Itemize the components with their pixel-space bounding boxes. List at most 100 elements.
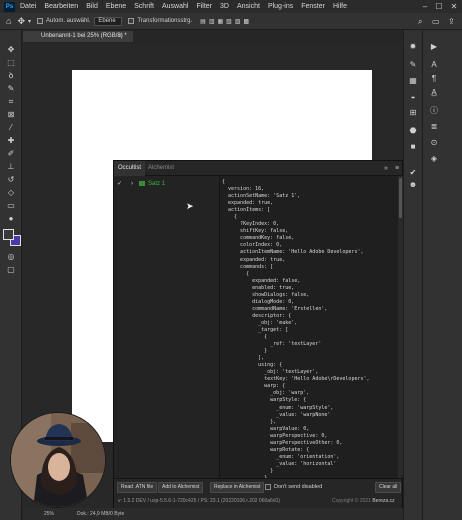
crop-tool-icon[interactable]: ⌗ (5, 97, 17, 107)
occultist-panel: Occultist Alchemist » ≡ ✓ › Satz 1 ➤ { v… (113, 160, 403, 508)
layers-icon[interactable]: ◈ (427, 154, 441, 164)
collapse-icon[interactable]: » (384, 162, 388, 175)
foreground-color-swatch[interactable] (3, 229, 14, 240)
right-panel-dock: ▶ A ¶ A̲ ⓘ ≣ ⊙ ◈ (422, 30, 462, 520)
menu-bild[interactable]: Bild (86, 3, 98, 10)
photoshop-logo: Ps (4, 1, 15, 12)
status-bar: 25% Dok.: 24,9 MB/0 Byte (23, 508, 403, 520)
share-icon[interactable]: ⇪ (448, 17, 455, 26)
plugin-icon[interactable]: ⬣ (406, 126, 420, 136)
glyphs-icon[interactable]: A̲ (427, 88, 441, 98)
stamp-tool-icon[interactable]: ⊥ (5, 162, 17, 172)
home-icon[interactable]: ⌂ (6, 16, 11, 26)
tab-occultist[interactable]: Occultist (114, 161, 146, 176)
brush-tool-icon[interactable]: ✐ (5, 149, 17, 159)
screen-mode-icon[interactable]: ▢ (5, 265, 17, 275)
blue-plugin-icon[interactable]: ■ (406, 142, 420, 152)
menu-filter[interactable]: Filter (196, 3, 212, 10)
maximize-icon[interactable]: ☐ (432, 0, 446, 13)
tree-item-label: Satz 1 (148, 180, 166, 187)
menu-schrift[interactable]: Schrift (134, 3, 154, 10)
auto-select-label: Autom. auswähl. (46, 18, 91, 24)
character-icon[interactable]: A (427, 60, 441, 70)
read-atn-button[interactable]: Read .ATN file (117, 482, 158, 493)
copyright-notice: Copyright © 2021 Bereza.cz (332, 498, 395, 504)
move-tool-icon[interactable]: ✥ (5, 45, 17, 55)
info-icon[interactable]: ⓘ (427, 106, 441, 116)
healing-tool-icon[interactable]: ✚ (5, 136, 17, 146)
blur-tool-icon[interactable]: ● (5, 214, 17, 224)
align-icons[interactable]: ▤▥▦▧▨▩ (200, 18, 252, 25)
menu-ebene[interactable]: Ebene (106, 3, 126, 10)
workspace-icon[interactable]: ▭ (432, 17, 440, 26)
version-info: v: 1.5.2 DEV / uxp-5.5.6-1-720c425 / PS:… (118, 498, 281, 504)
tree-item-set[interactable]: ✓ › Satz 1 (114, 179, 219, 188)
menu-fenster[interactable]: Fenster (301, 3, 325, 10)
add-to-alchemist-button[interactable]: Add to Alchemist (158, 482, 204, 493)
panel-menu-icon[interactable]: ≡ (395, 162, 399, 175)
move-tool-icon[interactable]: ✥ (17, 16, 25, 27)
panel-header: Occultist Alchemist » ≡ (114, 161, 402, 176)
close-tab-icon[interactable]: × (118, 31, 122, 42)
brand-link[interactable]: Bereza.cz (372, 498, 394, 504)
check-icon[interactable]: ✓ (117, 180, 127, 187)
swatches-icon[interactable]: ▦ (406, 76, 420, 86)
panel-footer: Read .ATN file Add to Alchemist Replace … (114, 478, 402, 508)
menu-bar: Ps Datei Bearbeiten Bild Ebene Schrift A… (0, 0, 462, 13)
dont-send-disabled-label: Don't send disabled (274, 484, 323, 490)
json-code-view[interactable]: { version: 16, actionSetName: 'Satz 1', … (220, 176, 398, 478)
avatar-icon[interactable]: ☻ (406, 180, 420, 190)
webcam-overlay (10, 412, 106, 508)
action-tree: ✓ › Satz 1 ➤ (114, 176, 220, 478)
paragraph-icon[interactable]: ¶ (427, 74, 441, 84)
tab-alchemist[interactable]: Alchemist (144, 161, 178, 176)
menu-hilfe[interactable]: Hilfe (333, 3, 347, 10)
menu-plugins[interactable]: Plug-ins (268, 3, 293, 10)
options-bar: ⌂ ✥ ▾ Autom. auswähl. Ebene Transformati… (0, 13, 462, 30)
adjustments-icon[interactable]: ◒ (406, 92, 420, 102)
channels-icon[interactable]: ⊙ (427, 138, 441, 148)
sun-icon[interactable]: ✹ (406, 42, 420, 52)
chevron-down-icon[interactable]: ▾ (28, 18, 31, 25)
menu-3d[interactable]: 3D (220, 3, 229, 10)
eyedropper-tool-icon[interactable]: ⁄ (5, 123, 17, 133)
lasso-tool-icon[interactable]: ꝺ (5, 71, 17, 81)
menu-datei[interactable]: Datei (20, 3, 36, 10)
code-scrollbar[interactable] (398, 176, 403, 478)
layer-select[interactable]: Ebene (94, 16, 123, 26)
quick-mask-icon[interactable]: ◎ (5, 252, 17, 262)
frame-tool-icon[interactable]: ⊠ (5, 110, 17, 120)
mouse-cursor-icon: ➤ (186, 201, 194, 211)
history-brush-icon[interactable]: ↺ (5, 175, 17, 185)
replace-in-alchemist-button[interactable]: Replace in Alchemist (210, 482, 265, 493)
chevron-right-icon[interactable]: › (131, 181, 139, 187)
auto-select-checkbox[interactable] (37, 18, 43, 24)
grid-icon[interactable]: ⊞ (406, 108, 420, 118)
properties-icon[interactable]: ≣ (427, 122, 441, 132)
transform-label: Transformationsstrg. (137, 18, 193, 24)
folder-icon (139, 181, 145, 186)
right-panel-strip: ✹ ✎ ▦ ◒ ⊞ ⬣ ■ ✔ ☻ (403, 30, 422, 520)
document-info: Dok.: 24,9 MB/0 Byte (77, 511, 125, 517)
play-icon[interactable]: ▶ (427, 42, 441, 52)
marquee-tool-icon[interactable]: ⬚ (5, 58, 17, 68)
quick-select-tool-icon[interactable]: ✎ (5, 84, 17, 94)
minimize-icon[interactable]: – (418, 0, 432, 13)
search-icon[interactable]: ⌕ (418, 17, 422, 27)
zoom-level[interactable]: 25% (44, 508, 54, 520)
eraser-tool-icon[interactable]: ◇ (5, 188, 17, 198)
gradient-tool-icon[interactable]: ▭ (5, 201, 17, 211)
presenter-video (11, 413, 105, 507)
document-tab[interactable]: Unbenannt-1 bei 25% (RGB/8) * (23, 31, 133, 42)
scrollbar-thumb[interactable] (399, 178, 402, 218)
transform-checkbox[interactable] (128, 18, 135, 24)
clear-all-button[interactable]: Clear all (375, 482, 402, 493)
menu-bearbeiten[interactable]: Bearbeiten (44, 3, 78, 10)
menu-auswahl[interactable]: Auswahl (162, 3, 188, 10)
copyright-text: Copyright © 2021 (332, 498, 371, 504)
check-icon[interactable]: ✔ (406, 168, 420, 178)
dont-send-disabled-checkbox[interactable] (265, 484, 271, 490)
close-window-icon[interactable]: ✕ (447, 0, 461, 13)
menu-ansicht[interactable]: Ansicht (237, 3, 260, 10)
brush-settings-icon[interactable]: ✎ (406, 60, 420, 70)
